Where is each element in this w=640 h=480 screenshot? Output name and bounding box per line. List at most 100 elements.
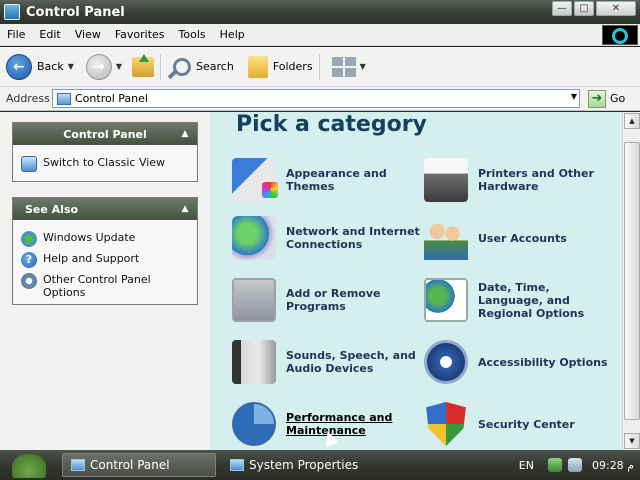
toolbar: ← Back ▼ → ▼ Search Folders ▼ (0, 47, 640, 87)
system-properties-icon (230, 459, 244, 471)
menu-edit[interactable]: Edit (32, 28, 67, 41)
control-panel-icon (4, 4, 20, 20)
toolbar-separator (160, 53, 162, 80)
control-panel-box-header[interactable]: Control Panel ▲ (13, 123, 197, 145)
taskbar-system-properties[interactable]: System Properties (222, 453, 366, 477)
folders-label: Folders (272, 60, 313, 73)
menu-view[interactable]: View (68, 28, 108, 41)
help-support-label: Help and Support (43, 252, 140, 265)
category-label: Date, Time, Language, and Regional Optio… (478, 280, 585, 320)
see-also-title: See Also (25, 202, 79, 216)
views-icon (331, 56, 356, 77)
performance-icon (232, 402, 276, 446)
system-tray: EN 09:28 م (519, 450, 634, 480)
back-dropdown-icon[interactable]: ▼ (68, 62, 74, 71)
appearance-icon (232, 158, 278, 202)
page-title: Pick a category (236, 112, 427, 137)
menu-favorites[interactable]: Favorites (108, 28, 172, 41)
see-also-box: See Also ▲ Windows Update ? Help and Sup… (12, 197, 198, 305)
address-value: Control Panel (75, 92, 148, 105)
category-date-time[interactable]: Date, Time, Language, and Regional Optio… (424, 272, 614, 328)
taskbar: Control Panel System Properties EN 09:28… (0, 450, 640, 480)
category-label: Accessibility Options (478, 355, 608, 369)
menu-help[interactable]: Help (213, 28, 252, 41)
vertical-scrollbar[interactable]: ▲ ▼ (622, 112, 640, 450)
category-view: Pick a category Appearance and Themes Pr… (210, 112, 622, 450)
category-label: Appearance and Themes (286, 167, 387, 193)
back-label: Back (37, 60, 64, 73)
close-button[interactable]: ✕ (596, 1, 636, 16)
scroll-down-button[interactable]: ▼ (624, 433, 640, 449)
windows-logo-icon (602, 25, 638, 45)
language-indicator[interactable]: EN (519, 459, 534, 472)
maximize-button[interactable]: □ (574, 1, 594, 16)
title-bar: Control Panel — □ ✕ (0, 0, 640, 24)
go-arrow-icon: ➜ (588, 89, 606, 108)
category-sounds[interactable]: Sounds, Speech, and Audio Devices (232, 334, 422, 390)
search-label: Search (196, 60, 234, 73)
up-folder-icon[interactable] (132, 53, 155, 77)
users-icon (424, 216, 468, 260)
taskbar-item-label: System Properties (249, 458, 359, 472)
taskbar-control-panel[interactable]: Control Panel (62, 453, 216, 477)
category-accessibility[interactable]: Accessibility Options (424, 334, 614, 390)
category-label: Sounds, Speech, and Audio Devices (286, 349, 416, 375)
scroll-up-button[interactable]: ▲ (624, 113, 640, 129)
other-options-link[interactable]: Other Control Panel Options (21, 273, 189, 299)
forward-arrow-icon: → (85, 53, 112, 80)
category-security-center[interactable]: Security Center (424, 396, 614, 450)
scroll-thumb[interactable] (624, 142, 640, 420)
search-button[interactable]: Search (173, 57, 234, 76)
add-remove-icon (232, 278, 276, 322)
address-bar: Address Control Panel ▼ ➜ Go (0, 87, 640, 111)
control-panel-small-icon (71, 459, 85, 471)
folders-button[interactable]: Folders (247, 55, 313, 78)
collapse-chevron-icon[interactable]: ▲ (179, 203, 191, 215)
see-also-header[interactable]: See Also ▲ (13, 198, 197, 220)
security-shield-icon (426, 402, 466, 446)
forward-dropdown-icon[interactable]: ▼ (116, 62, 122, 71)
category-add-remove[interactable]: Add or Remove Programs (232, 272, 422, 328)
help-icon: ? (21, 252, 37, 268)
control-panel-small-icon (57, 92, 71, 105)
category-network[interactable]: Network and Internet Connections (232, 210, 422, 266)
volume-tray-icon[interactable] (567, 458, 582, 472)
go-label: Go (610, 92, 626, 105)
back-arrow-icon: ← (6, 53, 32, 80)
category-label: Add or Remove Programs (286, 287, 381, 313)
network-icon (232, 216, 276, 260)
forward-button[interactable]: → ▼ (85, 53, 128, 80)
control-panel-box-title: Control Panel (63, 127, 147, 141)
views-dropdown-icon[interactable]: ▼ (360, 62, 366, 71)
menu-tools[interactable]: Tools (172, 28, 213, 41)
address-input[interactable]: Control Panel ▼ (52, 89, 580, 108)
date-time-icon (424, 278, 468, 322)
back-button[interactable]: ← Back ▼ (6, 53, 80, 80)
window-controls: — □ ✕ (550, 1, 636, 16)
toolbar-separator (318, 53, 320, 80)
task-pane: Control Panel ▲ Switch to Classic View S… (0, 112, 210, 450)
minimize-button[interactable]: — (552, 1, 572, 16)
collapse-chevron-icon[interactable]: ▲ (179, 128, 191, 140)
views-button[interactable]: ▼ (331, 56, 372, 77)
address-dropdown-icon[interactable]: ▼ (571, 92, 577, 101)
control-panel-box: Control Panel ▲ Switch to Classic View (12, 122, 198, 182)
category-label: Network and Internet Connections (286, 225, 420, 251)
category-printers[interactable]: Printers and Other Hardware (424, 152, 614, 208)
classic-view-icon (21, 156, 37, 172)
network-tray-icon[interactable] (547, 458, 562, 472)
switch-classic-view-link[interactable]: Switch to Classic View (21, 156, 189, 172)
help-support-link[interactable]: ? Help and Support (21, 252, 189, 268)
category-user-accounts[interactable]: User Accounts (424, 210, 614, 266)
sounds-icon (232, 340, 276, 384)
windows-update-link[interactable]: Windows Update (21, 231, 189, 247)
menu-file[interactable]: File (0, 28, 32, 41)
clock: 09:28 م (591, 458, 634, 472)
search-icon (173, 57, 192, 76)
start-button[interactable] (0, 450, 56, 480)
accessibility-icon (424, 340, 468, 384)
category-appearance[interactable]: Appearance and Themes (232, 152, 422, 208)
go-button[interactable]: ➜ Go (588, 89, 626, 108)
category-label: Performance and Maintenance (286, 411, 393, 437)
window-title: Control Panel (26, 4, 125, 20)
